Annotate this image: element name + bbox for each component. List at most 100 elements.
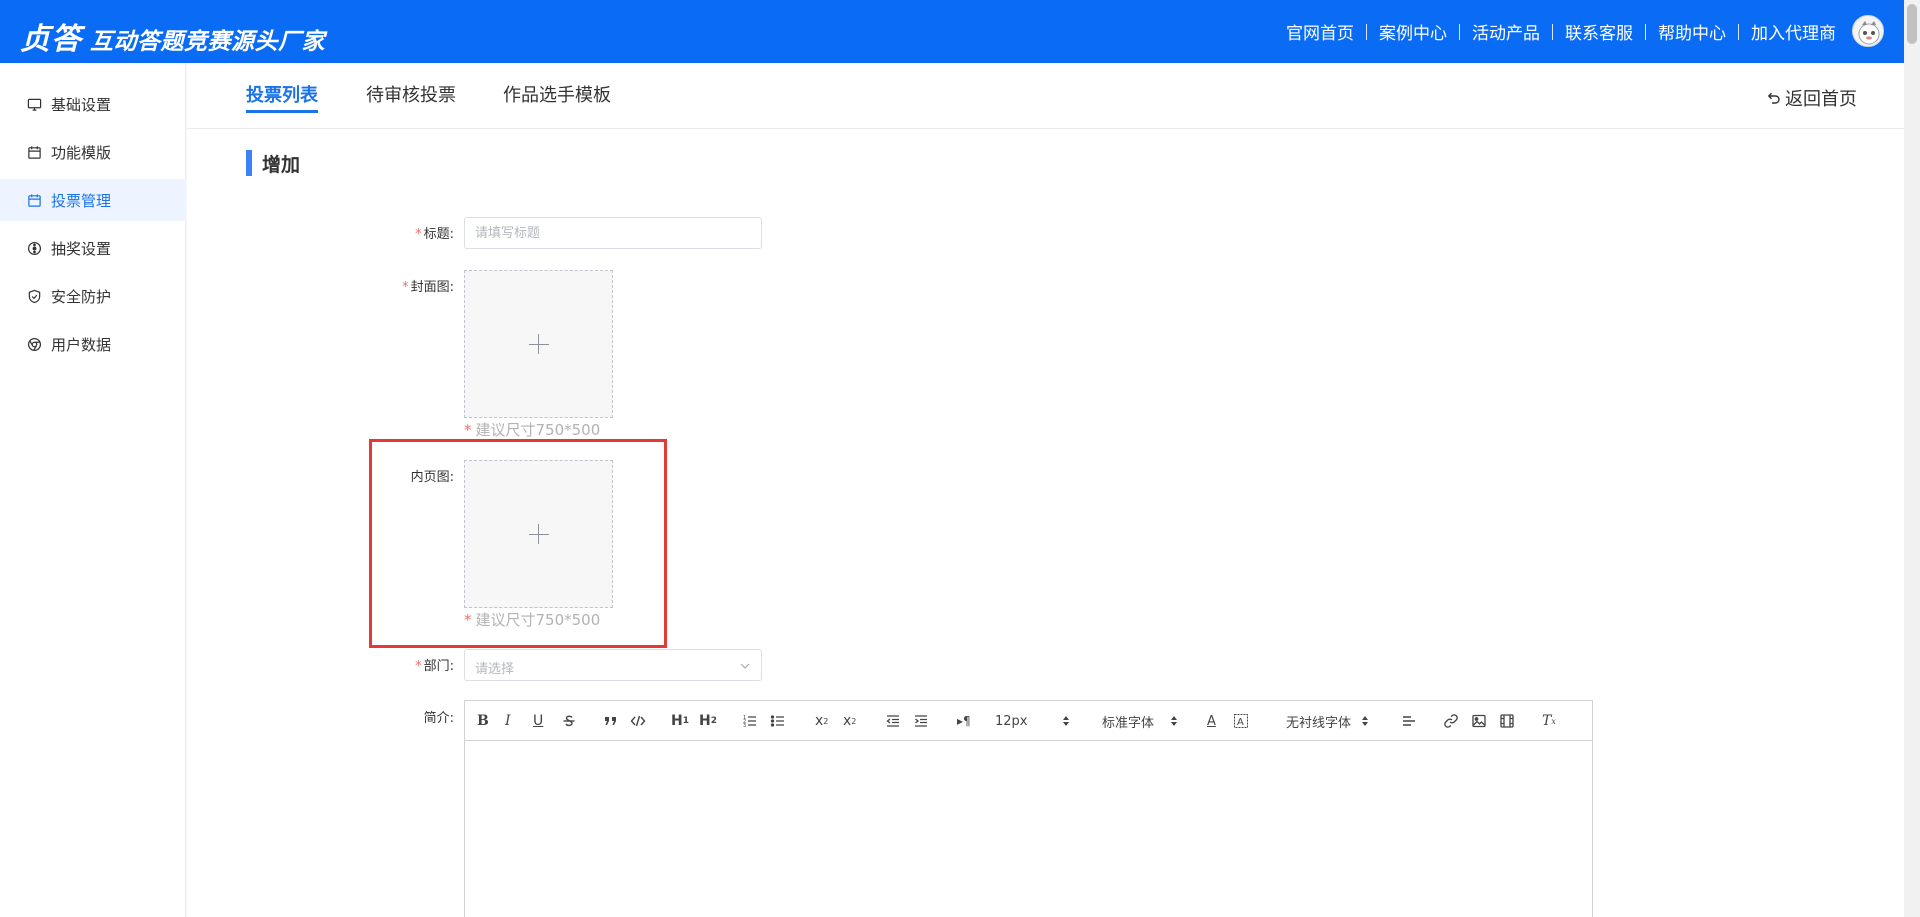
intro-label: 简介:: [423, 711, 454, 726]
brand-slogan: 互动答题竞赛源头厂家: [90, 29, 325, 55]
cover-label: * 封面图:: [384, 276, 454, 295]
aperture-icon: [26, 240, 42, 256]
cover-size-hint: * 建议尺寸750*500: [464, 419, 600, 440]
editor-content-area[interactable]: [465, 741, 1592, 917]
calendar-icon: [26, 192, 42, 208]
nav-contact-service[interactable]: 联系客服: [1565, 19, 1633, 44]
updown-icon: [1362, 716, 1369, 726]
brand-name: 贞答: [20, 22, 82, 57]
strike-button[interactable]: [561, 711, 577, 731]
bold-button[interactable]: B: [477, 711, 489, 731]
outdent-button[interactable]: [885, 711, 901, 731]
avatar[interactable]: [1852, 15, 1884, 47]
required-mark: *: [464, 421, 472, 439]
font-family-value: 标准字体: [1102, 715, 1155, 731]
sidebar-item-label: 投票管理: [51, 191, 112, 210]
indent-button[interactable]: [913, 711, 929, 731]
back-home-label: 返回首页: [1785, 89, 1857, 110]
main-content: 投票列表 待审核投票 作品选手模板 返回首页 增加 *标题: *封面图: *建议…: [187, 63, 1904, 917]
top-header: 贞答 互动答题竞赛源头厂家 官网首页 案例中心 活动产品 联系客服 帮助中心 加…: [0, 0, 1904, 63]
align-left-icon: [1403, 716, 1415, 726]
sidebar-item-label: 基础设置: [51, 95, 112, 114]
page-scrollbar[interactable]: [1904, 0, 1920, 917]
title-input[interactable]: [464, 217, 762, 249]
tab-pending-votes[interactable]: 待审核投票: [366, 81, 456, 107]
blockquote-button[interactable]: [603, 711, 619, 731]
link-button[interactable]: [1443, 711, 1459, 731]
sidebar-item-basic-settings[interactable]: 基础设置: [0, 83, 186, 125]
sidebar-item-security[interactable]: 安全防护: [0, 275, 186, 317]
cover-image-upload[interactable]: [464, 270, 613, 418]
back-home-button[interactable]: 返回首页: [1765, 85, 1857, 111]
dept-label-text: 部门:: [423, 659, 454, 674]
section-title-bar: [246, 150, 252, 176]
updown-icon: [1171, 716, 1178, 726]
sidebar-item-vote-management[interactable]: 投票管理: [0, 179, 186, 221]
italic-button[interactable]: I: [505, 711, 511, 731]
bullet-list-button[interactable]: [770, 711, 786, 731]
font-family2-picker[interactable]: 无衬线字体: [1286, 711, 1369, 731]
rich-text-editor: B I U H1 H2 123 x2 x2 ▸¶ 12px 标准字体 A A 无…: [464, 700, 1593, 917]
nav-activity-products[interactable]: 活动产品: [1472, 19, 1540, 44]
cover-label-text: 封面图:: [410, 280, 454, 295]
sidebar-item-user-data[interactable]: 用户数据: [0, 323, 186, 365]
sidebar-item-function-templates[interactable]: 功能模版: [0, 131, 186, 173]
nav-official-home[interactable]: 官网首页: [1286, 19, 1354, 44]
font-color-button[interactable]: A: [1207, 711, 1216, 731]
chrome-icon: [26, 336, 42, 352]
underline-button[interactable]: U: [533, 711, 543, 731]
code-button[interactable]: [630, 711, 646, 731]
font-family2-value: 无衬线字体: [1286, 715, 1352, 731]
undo-icon: [1767, 92, 1780, 104]
h2-button[interactable]: H2: [699, 711, 717, 731]
sidebar-item-label: 用户数据: [51, 335, 112, 354]
nav-help-center[interactable]: 帮助中心: [1658, 19, 1726, 44]
background-color-button[interactable]: A: [1233, 711, 1249, 731]
superscript-button[interactable]: x2: [843, 711, 856, 731]
font-family-picker[interactable]: 标准字体: [1102, 711, 1178, 731]
svg-text:3: 3: [743, 723, 746, 729]
clear-format-button[interactable]: Tx: [1542, 711, 1556, 731]
nav-join-agent[interactable]: 加入代理商: [1751, 19, 1836, 44]
section-title-text: 增加: [262, 153, 301, 176]
align-button[interactable]: [1401, 711, 1417, 731]
image-button[interactable]: [1471, 711, 1487, 731]
outdent-icon: [886, 715, 899, 727]
section-title: 增加: [246, 150, 300, 176]
required-mark: *: [464, 611, 472, 629]
chevron-down-icon: [740, 663, 750, 669]
updown-icon: [1062, 716, 1069, 726]
tab-vote-list[interactable]: 投票列表: [246, 81, 318, 107]
active-tab-indicator: [246, 110, 318, 113]
video-button[interactable]: [1499, 711, 1515, 731]
required-mark: *: [415, 659, 422, 674]
h1-button[interactable]: H1: [671, 711, 689, 731]
inner-image-upload[interactable]: [464, 460, 613, 608]
link-icon: [1444, 714, 1458, 728]
user-avatar-icon: [1853, 16, 1883, 46]
tab-contestant-templates[interactable]: 作品选手模板: [503, 81, 611, 107]
nav-divider: [1552, 23, 1553, 40]
sidebar-item-label: 安全防护: [51, 287, 112, 306]
highlight-color-icon: A: [1234, 714, 1248, 728]
nav-divider: [1645, 23, 1646, 40]
required-mark: *: [415, 227, 422, 242]
dept-label: * 部门:: [384, 655, 454, 674]
sidebar-item-lottery-settings[interactable]: 抽奖设置: [0, 227, 186, 269]
top-nav: 官网首页 案例中心 活动产品 联系客服 帮助中心 加入代理商: [1286, 0, 1836, 63]
font-size-picker[interactable]: 12px: [995, 711, 1070, 731]
sidebar: 基础设置 功能模版 投票管理 抽奖设置 安全防护 用户数据: [0, 63, 186, 917]
inner-size-hint: * 建议尺寸750*500: [464, 609, 600, 630]
cover-size-hint-text: 建议尺寸750*500: [475, 421, 601, 439]
subscript-button[interactable]: x2: [815, 711, 828, 731]
direction-button[interactable]: ▸¶: [957, 711, 971, 731]
inner-size-hint-text: 建议尺寸750*500: [475, 611, 601, 629]
page-scrollbar-thumb[interactable]: [1907, 4, 1917, 44]
brand-logo[interactable]: 贞答 互动答题竞赛源头厂家: [20, 14, 325, 57]
ordered-list-button[interactable]: 123: [742, 711, 758, 731]
nav-divider: [1366, 23, 1367, 40]
title-label-text: 标题:: [423, 227, 454, 242]
plus-icon: [528, 334, 549, 354]
nav-case-center[interactable]: 案例中心: [1379, 19, 1447, 44]
dept-select[interactable]: 请选择: [464, 649, 762, 681]
